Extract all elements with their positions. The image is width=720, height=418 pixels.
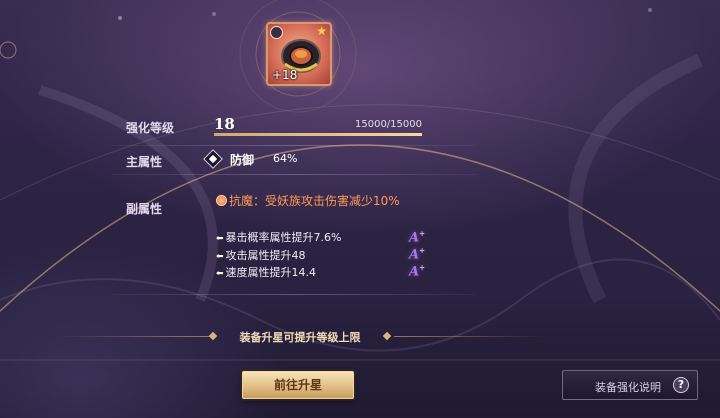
star-up-tip: 装备升星可提升等级上限 <box>239 331 361 344</box>
divider <box>112 174 476 175</box>
help-label: 装备强化说明 <box>595 381 661 394</box>
enhance-progress-fill <box>214 133 422 136</box>
divider <box>112 294 476 295</box>
arrow-icon: ⬅ <box>216 269 224 279</box>
enhance-progress-bar <box>214 133 422 136</box>
sub-attribute-row: ⬅ 攻击属性提升48 <box>216 247 306 263</box>
grade-icon: A+ <box>409 229 425 246</box>
sub-attribute-text: 速度属性提升14.4 <box>225 266 317 279</box>
sub-attribute-text: 攻击属性提升48 <box>225 249 306 262</box>
sub-attribute-row: ⬅ 暴击概率属性提升7.6% <box>216 229 342 245</box>
diamond-icon <box>382 331 392 341</box>
sub-attribute-text: 暴击概率属性提升7.6% <box>225 231 342 244</box>
arrow-icon: ⬅ <box>216 234 224 244</box>
enhance-badge: +18 <box>272 68 298 82</box>
enhance-level-label: 强化等级 <box>126 121 175 135</box>
sub-attribute-row: ⬅ 速度属性提升14.4 <box>216 264 316 280</box>
diamond-icon <box>208 331 218 341</box>
special-effect-icon <box>216 195 227 206</box>
tip-line-left <box>60 336 210 337</box>
main-attribute-name: 防御 <box>230 153 255 167</box>
equipment-item-icon[interactable]: ★ +18 <box>266 22 332 86</box>
tip-line-right <box>394 336 544 337</box>
divider <box>112 145 476 146</box>
background-decoration <box>0 0 720 361</box>
arrow-icon: ⬅ <box>216 252 224 262</box>
enhance-exp-text: 15000/15000 <box>355 119 422 130</box>
question-icon: ? <box>673 377 689 393</box>
enhance-level-value: 18 <box>214 115 235 133</box>
go-star-up-button[interactable]: 前往升星 <box>242 371 354 399</box>
sub-attribute-label: 副属性 <box>126 202 163 216</box>
main-attribute-value: 64% <box>273 152 298 165</box>
special-effect-text: 抗魔：受妖族攻击伤害减少10% <box>229 194 400 208</box>
grade-icon: A+ <box>409 263 425 280</box>
grade-icon: A+ <box>409 246 425 263</box>
shield-icon <box>203 149 223 169</box>
main-attribute-label: 主属性 <box>126 155 163 169</box>
enhance-help-button[interactable]: 装备强化说明 ? <box>562 370 698 400</box>
